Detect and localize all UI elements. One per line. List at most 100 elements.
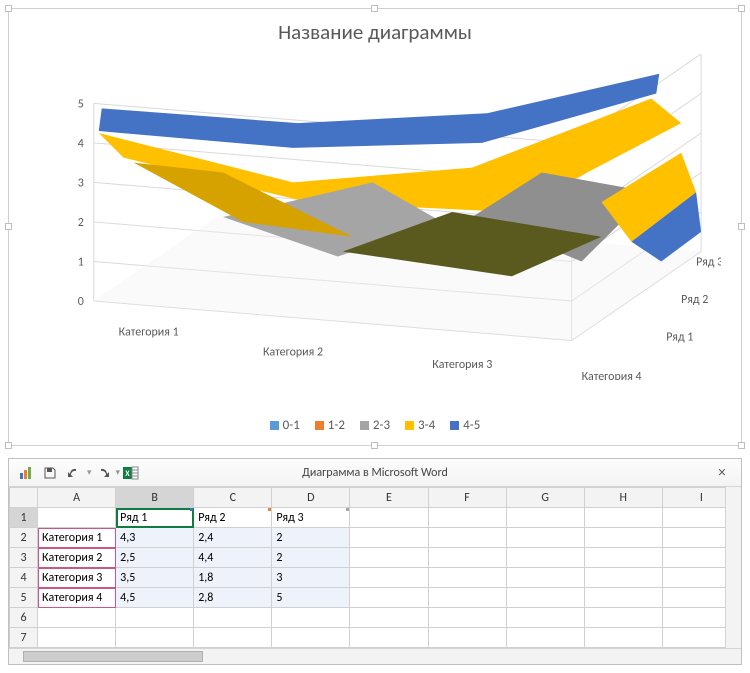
- cell[interactable]: 2,4: [194, 528, 272, 548]
- cell[interactable]: [584, 628, 662, 648]
- cell[interactable]: [428, 628, 506, 648]
- scrollbar-thumb[interactable]: [23, 651, 203, 662]
- cell[interactable]: [350, 568, 428, 588]
- cell[interactable]: [116, 628, 194, 648]
- cell[interactable]: [584, 588, 662, 608]
- cell[interactable]: [38, 508, 116, 528]
- cell[interactable]: [584, 568, 662, 588]
- cell[interactable]: [428, 548, 506, 568]
- cell[interactable]: [506, 508, 584, 528]
- resize-handle[interactable]: [5, 223, 12, 230]
- cell[interactable]: [116, 608, 194, 628]
- cell[interactable]: [350, 508, 428, 528]
- cell[interactable]: [350, 588, 428, 608]
- cell[interactable]: [506, 528, 584, 548]
- legend-item: 3-4: [405, 418, 435, 433]
- cell[interactable]: [350, 528, 428, 548]
- chart-title[interactable]: Название диаграммы: [9, 9, 741, 45]
- cell[interactable]: 3,5: [116, 568, 194, 588]
- plot-area[interactable]: 0 1 2 3 4 5 Категория 1 Категория 2 Кате…: [44, 54, 721, 380]
- cell[interactable]: Категория 2: [38, 548, 116, 568]
- col-header[interactable]: C: [194, 488, 272, 508]
- col-header[interactable]: G: [506, 488, 584, 508]
- cell[interactable]: Ряд 3: [272, 508, 350, 528]
- cell[interactable]: [584, 548, 662, 568]
- resize-handle[interactable]: [371, 442, 378, 449]
- col-header[interactable]: B: [116, 488, 194, 508]
- cell[interactable]: 1,8: [194, 568, 272, 588]
- horizontal-scrollbar[interactable]: [9, 648, 741, 664]
- col-header[interactable]: F: [428, 488, 506, 508]
- resize-handle[interactable]: [5, 442, 12, 449]
- x-category: Категория 1: [119, 326, 179, 340]
- cell[interactable]: Категория 1: [38, 528, 116, 548]
- cell-active[interactable]: Ряд 1: [116, 508, 194, 528]
- y-series: Ряд 3: [696, 255, 721, 269]
- cell[interactable]: [194, 628, 272, 648]
- resize-handle[interactable]: [738, 442, 745, 449]
- cell[interactable]: Категория 3: [38, 568, 116, 588]
- cell[interactable]: [194, 608, 272, 628]
- excel-icon[interactable]: X: [120, 462, 142, 484]
- close-button[interactable]: ×: [709, 464, 735, 482]
- cell[interactable]: [428, 508, 506, 528]
- cell[interactable]: [428, 528, 506, 548]
- cell[interactable]: 3: [272, 568, 350, 588]
- cell[interactable]: [428, 608, 506, 628]
- cell[interactable]: [428, 568, 506, 588]
- cell[interactable]: Категория 4: [38, 588, 116, 608]
- cell[interactable]: [38, 608, 116, 628]
- cell[interactable]: [350, 608, 428, 628]
- cell[interactable]: [272, 628, 350, 648]
- row-header[interactable]: 3: [10, 548, 38, 568]
- cell[interactable]: 4,4: [194, 548, 272, 568]
- row-header[interactable]: 5: [10, 588, 38, 608]
- cell[interactable]: [38, 628, 116, 648]
- col-header[interactable]: D: [272, 488, 350, 508]
- row-header[interactable]: 7: [10, 628, 38, 648]
- cell[interactable]: [350, 548, 428, 568]
- save-icon[interactable]: [39, 462, 61, 484]
- row-header[interactable]: 1: [10, 508, 38, 528]
- col-header[interactable]: H: [584, 488, 662, 508]
- chart-panel[interactable]: Название диаграммы: [8, 8, 742, 446]
- cell[interactable]: [584, 608, 662, 628]
- x-category: Категория 2: [263, 345, 323, 359]
- cell[interactable]: [506, 548, 584, 568]
- y-series: Ряд 1: [666, 331, 693, 345]
- cell[interactable]: [506, 568, 584, 588]
- col-header[interactable]: A: [38, 488, 116, 508]
- chart-icon[interactable]: [15, 462, 37, 484]
- cell[interactable]: 2: [272, 528, 350, 548]
- cell[interactable]: [584, 508, 662, 528]
- cell[interactable]: [350, 628, 428, 648]
- cell[interactable]: 4,5: [116, 588, 194, 608]
- cell[interactable]: [428, 588, 506, 608]
- resize-handle[interactable]: [5, 5, 12, 12]
- redo-icon[interactable]: [92, 462, 114, 484]
- cell[interactable]: 4,3: [116, 528, 194, 548]
- cell[interactable]: [272, 608, 350, 628]
- select-all-corner[interactable]: [10, 488, 38, 508]
- cell[interactable]: [506, 608, 584, 628]
- row-header[interactable]: 4: [10, 568, 38, 588]
- cell[interactable]: [584, 528, 662, 548]
- undo-icon[interactable]: [63, 462, 85, 484]
- resize-handle[interactable]: [738, 5, 745, 12]
- cell[interactable]: [506, 588, 584, 608]
- chart-legend: 0-1 1-2 2-3 3-4 4-5: [9, 418, 741, 433]
- row-header[interactable]: 2: [10, 528, 38, 548]
- cell[interactable]: 2,5: [116, 548, 194, 568]
- cell[interactable]: [506, 628, 584, 648]
- col-header[interactable]: E: [350, 488, 428, 508]
- cell[interactable]: Ряд 2: [194, 508, 272, 528]
- z-tick: 2: [78, 216, 84, 230]
- row-header[interactable]: 6: [10, 608, 38, 628]
- cell[interactable]: 5: [272, 588, 350, 608]
- resize-handle[interactable]: [371, 5, 378, 12]
- vertical-scrollbar[interactable]: [725, 487, 741, 648]
- cell[interactable]: 2: [272, 548, 350, 568]
- resize-handle[interactable]: [738, 223, 745, 230]
- spreadsheet-grid[interactable]: A B C D E F G H I 1 Ряд 1 Ряд 2 Ряд 3 2 …: [9, 487, 741, 648]
- cell[interactable]: 2,8: [194, 588, 272, 608]
